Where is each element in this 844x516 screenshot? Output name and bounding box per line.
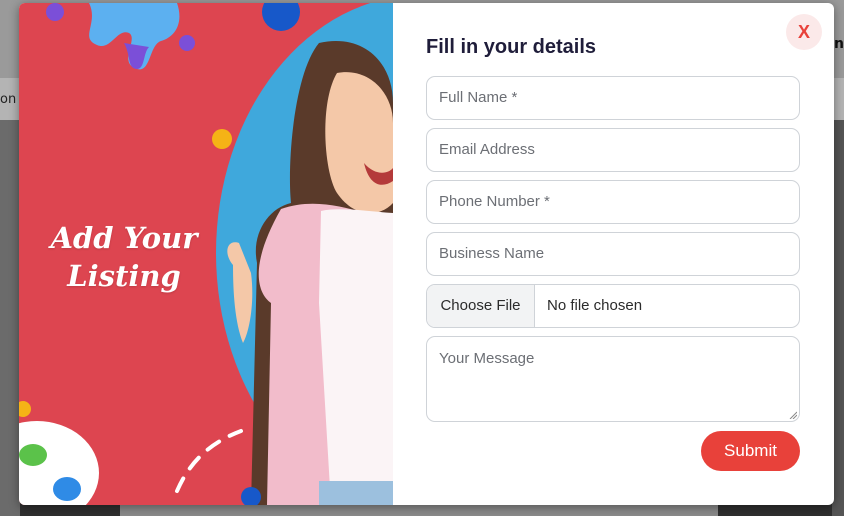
details-form: Fill in your details Full Name * Email A…: [393, 3, 834, 505]
submit-button[interactable]: Submit: [701, 431, 800, 471]
listing-modal: Add Your Listing Fill in your details Fu…: [19, 3, 834, 505]
background-header-text: n: [834, 36, 844, 52]
choose-file-button[interactable]: Choose File: [427, 285, 535, 327]
email-input[interactable]: Email Address: [426, 128, 800, 172]
banner-title: Add Your Listing: [50, 221, 198, 293]
full-name-input[interactable]: Full Name *: [426, 76, 800, 120]
file-status-text: No file chosen: [547, 297, 643, 314]
background-nav-text: on: [0, 92, 17, 107]
message-textarea[interactable]: Your Message: [426, 336, 800, 422]
background-footer-strip: [120, 504, 718, 516]
resize-grip-icon[interactable]: [789, 411, 797, 419]
message-placeholder: Your Message: [439, 350, 535, 367]
banner-illustration: Add Your Listing: [19, 3, 393, 505]
form-title: Fill in your details: [426, 36, 597, 58]
business-name-input[interactable]: Business Name: [426, 232, 800, 276]
phone-input[interactable]: Phone Number *: [426, 180, 800, 224]
file-upload-field[interactable]: Choose File No file chosen: [426, 284, 800, 328]
close-button[interactable]: X: [786, 14, 822, 50]
